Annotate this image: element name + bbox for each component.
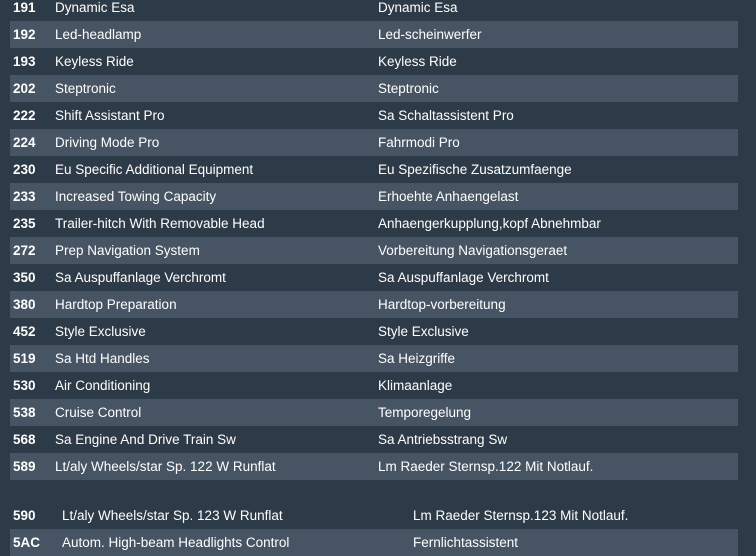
option-code: 235 <box>13 216 36 231</box>
option-code: 192 <box>13 27 36 42</box>
option-description-en: Sa Htd Handles <box>55 351 150 366</box>
option-description-de: Sa Antriebsstrang Sw <box>378 432 508 447</box>
table-row: 272 Prep Navigation System Vorbereitung Na… <box>10 237 738 264</box>
table-row: 5AC Autom. High-beam Headlights Control Fe… <box>10 529 738 556</box>
table-row: 350 Sa Auspuffanlage Verchromt Sa Auspuffa… <box>10 264 738 291</box>
option-code: 202 <box>13 81 36 96</box>
option-description-de: Steptronic <box>378 81 439 96</box>
table-row: 568 Sa Engine And Drive Train Sw Sa Antrie… <box>10 426 738 453</box>
option-code: 538 <box>13 405 36 420</box>
option-description-de: Sa Heizgriffe <box>378 351 456 366</box>
option-code: 5AC <box>13 535 41 550</box>
table-row: 222 Shift Assistant Pro Sa Schaltassistent… <box>10 102 738 129</box>
option-description-de: Dynamic Esa <box>378 0 458 15</box>
option-code: 233 <box>13 189 36 204</box>
option-description-de: Erhoehte Anhaengelast <box>378 189 519 204</box>
table-row: 538 Cruise Control Temporegelung <box>10 399 738 426</box>
option-description-en: Hardtop Preparation <box>55 297 177 312</box>
option-description-en: Keyless Ride <box>55 54 134 69</box>
option-description-de: Temporegelung <box>378 405 472 420</box>
option-description-en: Lt/aly Wheels/star Sp. 122 W Runflat <box>55 459 276 474</box>
option-code: 530 <box>13 378 36 393</box>
option-description-de: Anhaengerkupplung,kopf Abnehmbar <box>378 216 601 231</box>
table-row: 191 Dynamic Esa Dynamic Esa <box>10 0 738 21</box>
table-row: 380 Hardtop Preparation Hardtop-vorbereitu… <box>10 291 738 318</box>
option-description-en: Steptronic <box>55 81 116 96</box>
option-code: 230 <box>13 162 36 177</box>
table-row: 530 Air Conditioning Klimaanlage <box>10 372 738 399</box>
table-row: 589 Lt/aly Wheels/star Sp. 122 W Runflat L… <box>10 453 738 480</box>
option-code: 452 <box>13 324 36 339</box>
option-description-de: Sa Schaltassistent Pro <box>378 108 514 123</box>
option-code: 224 <box>13 135 36 150</box>
option-code: 272 <box>13 243 36 258</box>
option-description-en: Driving Mode Pro <box>55 135 160 150</box>
options-table-continued: 590 Lt/aly Wheels/star Sp. 123 W Runflat L… <box>10 502 738 556</box>
option-code: 568 <box>13 432 36 447</box>
option-description-en: Shift Assistant Pro <box>55 108 165 123</box>
option-description-en: Air Conditioning <box>55 378 151 393</box>
option-description-de: Klimaanlage <box>378 378 453 393</box>
option-code: 193 <box>13 54 36 69</box>
option-description-de: Lm Raeder Sternsp.122 Mit Notlauf. <box>378 459 594 474</box>
option-description-en: Increased Towing Capacity <box>55 189 217 204</box>
option-description-de: Lm Raeder Sternsp.123 Mit Notlauf. <box>413 508 629 523</box>
option-description-de: Hardtop-vorbereitung <box>378 297 506 312</box>
option-description-en: Eu Specific Additional Equipment <box>55 162 254 177</box>
option-description-de: Sa Auspuffanlage Verchromt <box>378 270 549 285</box>
options-table: 191 Dynamic Esa Dynamic Esa 192 Led-headlamp… <box>10 0 738 480</box>
table-row: 193 Keyless Ride Keyless Ride <box>10 48 738 75</box>
option-description-en: Sa Engine And Drive Train Sw <box>55 432 236 447</box>
table-row: 519 Sa Htd Handles Sa Heizgriffe <box>10 345 738 372</box>
option-code: 350 <box>13 270 36 285</box>
table-row: 590 Lt/aly Wheels/star Sp. 123 W Runflat L… <box>10 502 738 529</box>
option-code: 222 <box>13 108 36 123</box>
option-description-en: Trailer-hitch With Removable Head <box>55 216 265 231</box>
table-row: 192 Led-headlamp Led-scheinwerfer <box>10 21 738 48</box>
option-description-en: Dynamic Esa <box>55 0 135 15</box>
table-row: 452 Style Exclusive Style Exclusive <box>10 318 738 345</box>
option-description-de: Vorbereitung Navigationsgeraet <box>378 243 568 258</box>
option-description-en: Prep Navigation System <box>55 243 200 258</box>
option-description-de: Fahrmodi Pro <box>378 135 460 150</box>
option-code: 519 <box>13 351 36 366</box>
option-code: 191 <box>13 0 36 15</box>
option-description-de: Fernlichtassistent <box>413 535 519 550</box>
option-code: 589 <box>13 459 36 474</box>
option-description-de: Style Exclusive <box>378 324 469 339</box>
option-description-en: Autom. High-beam Headlights Control <box>62 535 290 550</box>
option-code: 380 <box>13 297 36 312</box>
table-row: 224 Driving Mode Pro Fahrmodi Pro <box>10 129 738 156</box>
option-description-en: Led-headlamp <box>55 27 142 42</box>
option-description-en: Sa Auspuffanlage Verchromt <box>55 270 226 285</box>
option-description-en: Style Exclusive <box>55 324 146 339</box>
option-description-en: Lt/aly Wheels/star Sp. 123 W Runflat <box>62 508 283 523</box>
option-description-en: Cruise Control <box>55 405 142 420</box>
option-description-de: Keyless Ride <box>378 54 457 69</box>
table-row: 233 Increased Towing Capacity Erhoehte Anh… <box>10 183 738 210</box>
table-row: 230 Eu Specific Additional Equipment Eu Sp… <box>10 156 738 183</box>
option-code: 590 <box>13 508 36 523</box>
table-row: 235 Trailer-hitch With Removable Head Anha… <box>10 210 738 237</box>
option-description-de: Eu Spezifische Zusatzumfaenge <box>378 162 572 177</box>
option-description-de: Led-scheinwerfer <box>378 27 482 42</box>
table-row: 202 Steptronic Steptronic <box>10 75 738 102</box>
